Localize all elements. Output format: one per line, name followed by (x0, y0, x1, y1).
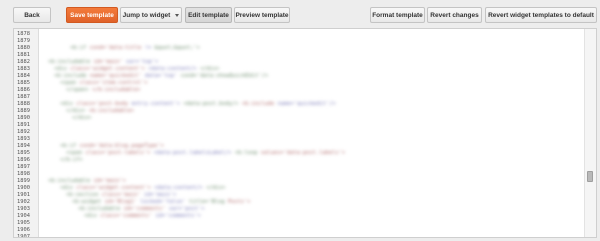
line-number: 1898 (17, 171, 30, 177)
save-template-button[interactable]: Save template (66, 7, 118, 23)
scrollbar-thumb[interactable] (587, 171, 593, 182)
code-editor[interactable]: 1878 1879 1880 1881 1882 1883 1884 1885 1886 1887… (13, 28, 597, 238)
format-template-button[interactable]: Format template (370, 7, 425, 23)
line-number: 1893 (17, 136, 30, 142)
code-line: <b:includable id='main'> (48, 178, 126, 184)
code-line: <div class='widget-content'> <data:conte… (60, 185, 226, 191)
line-number: 1902 (17, 199, 30, 205)
code-line: <b:widget id='Blog1' locked='false' titl… (72, 199, 251, 205)
line-number: 1886 (17, 87, 30, 93)
back-button[interactable]: Back (13, 7, 51, 23)
vertical-scrollbar[interactable] (584, 29, 596, 237)
code-line: </span> </b:includable> (66, 87, 141, 93)
code-line: <b:section class='main' id='main'> (66, 192, 177, 198)
line-number: 1903 (17, 206, 30, 212)
code-line: <div class='widget-content'> <data:conte… (54, 66, 220, 72)
line-number: 1885 (17, 80, 30, 86)
revert-widget-templates-button[interactable]: Revert widget templates to default (485, 7, 597, 23)
line-number: 1892 (17, 129, 30, 135)
line-number: 1895 (17, 150, 30, 156)
code-line: <div class='post-body entry-content'> <d… (60, 101, 336, 107)
line-number: 1904 (17, 213, 30, 219)
line-number: 1883 (17, 66, 30, 72)
line-number: 1906 (17, 227, 30, 233)
line-number: 1878 (17, 31, 30, 37)
line-number: 1896 (17, 157, 30, 163)
line-number: 1905 (17, 220, 30, 226)
code-line: <span class='item-control'> (60, 80, 148, 86)
line-number: 1887 (17, 94, 30, 100)
line-number: 1891 (17, 122, 30, 128)
code-area[interactable]: <b:if cond='data:title != &quot;&quot;'>… (40, 29, 584, 237)
line-number: 1879 (17, 38, 30, 44)
line-number: 1900 (17, 185, 30, 191)
chevron-down-icon (175, 13, 180, 17)
line-number: 1884 (17, 73, 30, 79)
line-number: 1888 (17, 101, 30, 107)
code-line: <span class='post-labels'> <data:post.la… (66, 150, 346, 156)
line-number-gutter: 1878 1879 1880 1881 1882 1883 1884 1885 1886 1887… (14, 29, 39, 237)
line-number: 1882 (17, 59, 30, 65)
code-line: <b:if cond='data:blog.pageType'> (60, 143, 164, 149)
code-line: </b:if> (60, 157, 83, 163)
code-line: <b:if cond='data:title != &quot;&quot;'> (70, 45, 200, 51)
jump-to-widget-label: Jump to widget (122, 11, 171, 19)
line-number: 1897 (17, 164, 30, 170)
line-number: 1899 (17, 178, 30, 184)
jump-to-widget-dropdown[interactable]: Jump to widget (120, 7, 182, 23)
line-number: 1894 (17, 143, 30, 149)
line-number: 1907 (17, 234, 30, 238)
revert-changes-button[interactable]: Revert changes (427, 7, 482, 23)
edit-template-button[interactable]: Edit template (185, 7, 232, 23)
code-line: <b:includable id='main' var='top'> (48, 59, 159, 65)
line-number: 1880 (17, 45, 30, 51)
code-line: </div> (72, 115, 92, 121)
code-line: </div> <b:includable> (66, 108, 135, 114)
line-number: 1889 (17, 108, 30, 114)
code-line: <b:includable id='comments' var='post'> (78, 206, 205, 212)
code-line: <b:include name='quickedit' data='top' c… (54, 73, 269, 79)
editor-toolbar: Back Save template Jump to widget Edit t… (0, 0, 600, 28)
line-number: 1881 (17, 52, 30, 58)
preview-template-button[interactable]: Preview template (234, 7, 290, 23)
line-number: 1890 (17, 115, 30, 121)
code-line: <div class='comments' id='comments'> (84, 213, 201, 219)
line-number: 1901 (17, 192, 30, 198)
